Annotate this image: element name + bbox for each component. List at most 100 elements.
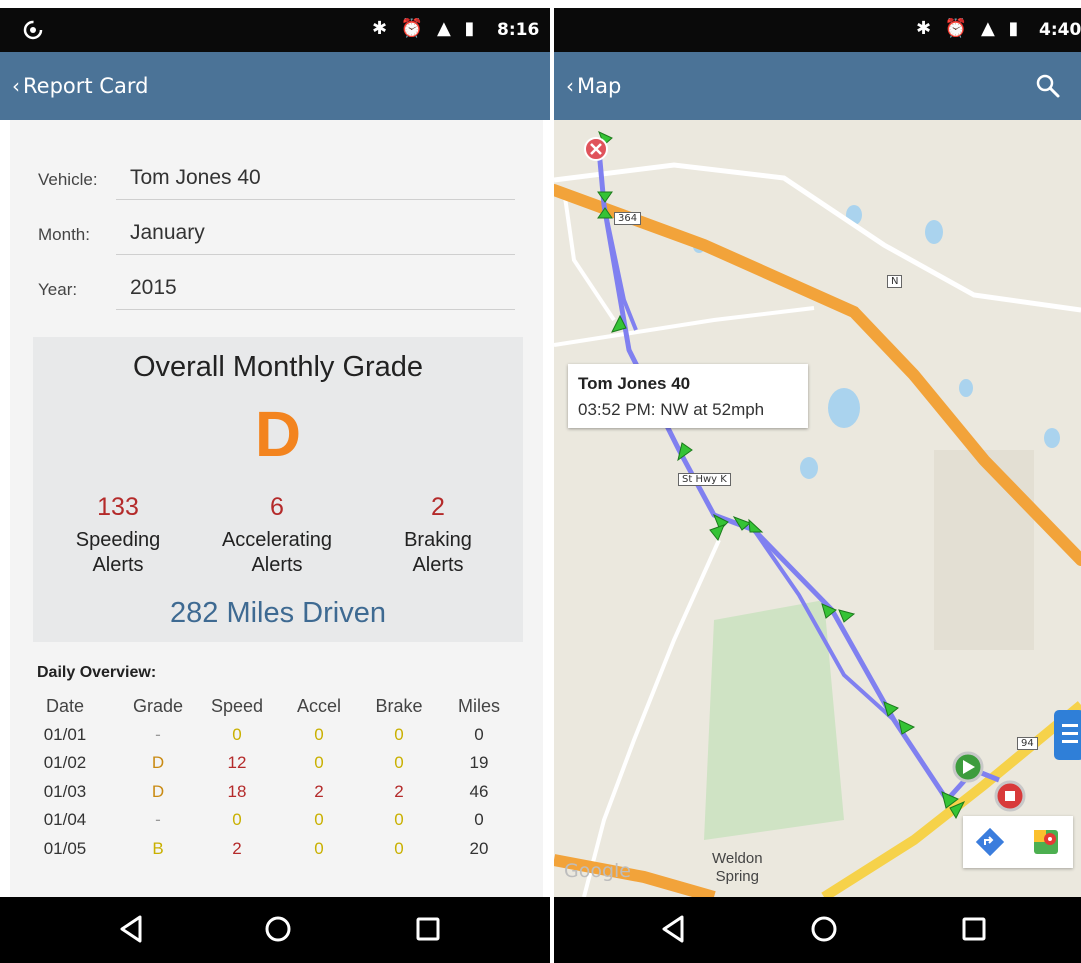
year-row[interactable]: Year: 2015 xyxy=(38,266,515,310)
map-toolbar xyxy=(963,816,1073,868)
braking-label: Braking Alerts xyxy=(404,529,472,576)
vehicle-row[interactable]: Vehicle: Tom Jones 40 xyxy=(38,156,515,200)
trip-marker[interactable] xyxy=(898,719,916,735)
cell-date: 01/03 xyxy=(43,781,87,801)
local-road xyxy=(554,306,815,347)
vehicle-label: Vehicle: xyxy=(38,170,98,189)
accelerating-alerts: 6 Accelerating Alerts xyxy=(202,493,352,578)
table-row[interactable]: 01/04 - 0 0 0 0 xyxy=(37,810,515,839)
cell-accel: 0 xyxy=(314,724,324,744)
vehicle-info-window[interactable]: Tom Jones 40 03:52 PM: NW at 52mph xyxy=(568,364,808,428)
water-body xyxy=(959,379,973,397)
back-label: Report Card xyxy=(23,74,149,98)
header-grade: Grade xyxy=(132,696,184,716)
speeding-alerts: 133 Speeding Alerts xyxy=(43,493,193,578)
water-body xyxy=(1044,428,1060,448)
month-value: January xyxy=(130,221,205,244)
cell-miles: 19 xyxy=(469,753,489,772)
status-icons: ✱ ⏰ ▲ ▮ xyxy=(372,18,479,39)
trip-marker[interactable] xyxy=(709,524,725,541)
water-body xyxy=(828,388,860,428)
app-bar: ‹ Report Card xyxy=(0,52,550,120)
header-miles: Miles xyxy=(457,696,500,716)
month-label: Month: xyxy=(38,225,90,244)
highway-94-shield: 94 xyxy=(1017,737,1038,750)
cell-date: 01/05 xyxy=(43,838,87,858)
chevron-left-icon: ‹ xyxy=(566,74,574,98)
home-icon[interactable] xyxy=(804,909,844,949)
directions-icon[interactable] xyxy=(975,827,1005,857)
divider xyxy=(116,254,515,255)
cell-accel: 2 xyxy=(314,781,324,801)
cell-grade: D xyxy=(151,753,165,772)
recents-icon[interactable] xyxy=(408,909,448,949)
cell-speed: 18 xyxy=(227,781,247,801)
search-icon[interactable] xyxy=(1035,73,1061,99)
trip-marker[interactable] xyxy=(838,609,856,623)
home-icon[interactable] xyxy=(258,909,298,949)
back-button[interactable]: ‹ Report Card xyxy=(12,74,148,98)
report-card-screen: ✱ ⏰ ▲ ▮ 8:16 ‹ Report Card Vehicle: Tom J… xyxy=(0,0,550,963)
report-card-content: Vehicle: Tom Jones 40 Month: January Yea… xyxy=(10,120,543,897)
app-notification-icon xyxy=(23,20,43,40)
vehicle-name: Tom Jones 40 xyxy=(578,374,691,393)
highway-364-shield: 364 xyxy=(614,212,642,225)
back-button[interactable]: ‹ Map xyxy=(566,74,621,98)
status-bar: ✱ ⏰ ▲ ▮ 4:40 xyxy=(554,8,1081,52)
table-row[interactable]: 01/03 D 18 2 2 46 xyxy=(37,782,515,811)
stop-square xyxy=(1005,791,1015,801)
table-row[interactable]: 01/01 - 0 0 0 0 xyxy=(37,725,515,754)
cell-brake: 2 xyxy=(394,781,404,801)
town-label: Weldon Spring xyxy=(712,850,763,885)
accelerating-count: 6 xyxy=(270,493,284,521)
residential-area xyxy=(934,450,1034,650)
google-maps-icon[interactable] xyxy=(1031,827,1061,857)
google-watermark: Google xyxy=(564,860,632,882)
speeding-count: 133 xyxy=(97,493,139,521)
chevron-left-icon: ‹ xyxy=(12,74,20,98)
daily-overview-title: Daily Overview: xyxy=(37,664,157,681)
header-speed: Speed xyxy=(210,696,264,716)
header-date: Date xyxy=(45,696,85,716)
cell-accel: 0 xyxy=(314,753,324,772)
cell-miles: 46 xyxy=(469,781,489,801)
cell-accel: 0 xyxy=(314,810,324,829)
status-time: 4:40 xyxy=(1039,20,1081,40)
overall-grade-panel: Overall Monthly Grade D 133 Speeding Aler… xyxy=(33,337,523,642)
table-row[interactable]: 01/02 D 12 0 0 19 xyxy=(37,753,515,782)
cell-brake: 0 xyxy=(394,810,404,829)
divider xyxy=(116,199,515,200)
overall-grade-letter: D xyxy=(254,398,302,470)
cell-brake: 0 xyxy=(394,838,404,858)
cell-miles: 0 xyxy=(474,810,484,829)
cell-grade: - xyxy=(155,724,161,744)
map-view[interactable]: 364 N St Hwy K 94 Weldon Spring Google To… xyxy=(554,120,1081,897)
vehicle-value: Tom Jones 40 xyxy=(130,166,261,189)
vehicle-status: 03:52 PM: NW at 52mph xyxy=(578,400,765,419)
route-n-sign: N xyxy=(887,275,903,288)
list-button[interactable] xyxy=(1054,710,1081,760)
cell-grade: D xyxy=(151,781,165,801)
cell-date: 01/04 xyxy=(43,810,87,829)
status-bar: ✱ ⏰ ▲ ▮ 8:16 xyxy=(0,8,550,52)
recents-icon[interactable] xyxy=(954,909,994,949)
year-value: 2015 xyxy=(130,276,177,299)
year-label: Year: xyxy=(38,280,78,299)
map-canvas[interactable] xyxy=(554,120,1081,897)
cell-speed: 2 xyxy=(232,838,242,858)
cell-miles: 20 xyxy=(469,838,489,858)
trip-marker[interactable] xyxy=(597,191,613,203)
trip-marker[interactable] xyxy=(748,518,764,533)
month-row[interactable]: Month: January xyxy=(38,211,515,255)
water-body xyxy=(925,220,943,244)
cell-date: 01/02 xyxy=(43,753,87,772)
back-icon[interactable] xyxy=(654,909,694,949)
navigation-bar xyxy=(0,897,550,963)
table-header: Date Grade Speed Accel Brake Miles xyxy=(37,696,515,725)
table-row[interactable]: 01/05 B 2 0 0 20 xyxy=(37,839,515,868)
st-hwy-k-sign: St Hwy K xyxy=(678,473,731,486)
back-icon[interactable] xyxy=(112,909,152,949)
braking-count: 2 xyxy=(431,493,445,521)
cell-speed: 12 xyxy=(227,753,247,772)
cell-miles: 0 xyxy=(474,724,484,744)
